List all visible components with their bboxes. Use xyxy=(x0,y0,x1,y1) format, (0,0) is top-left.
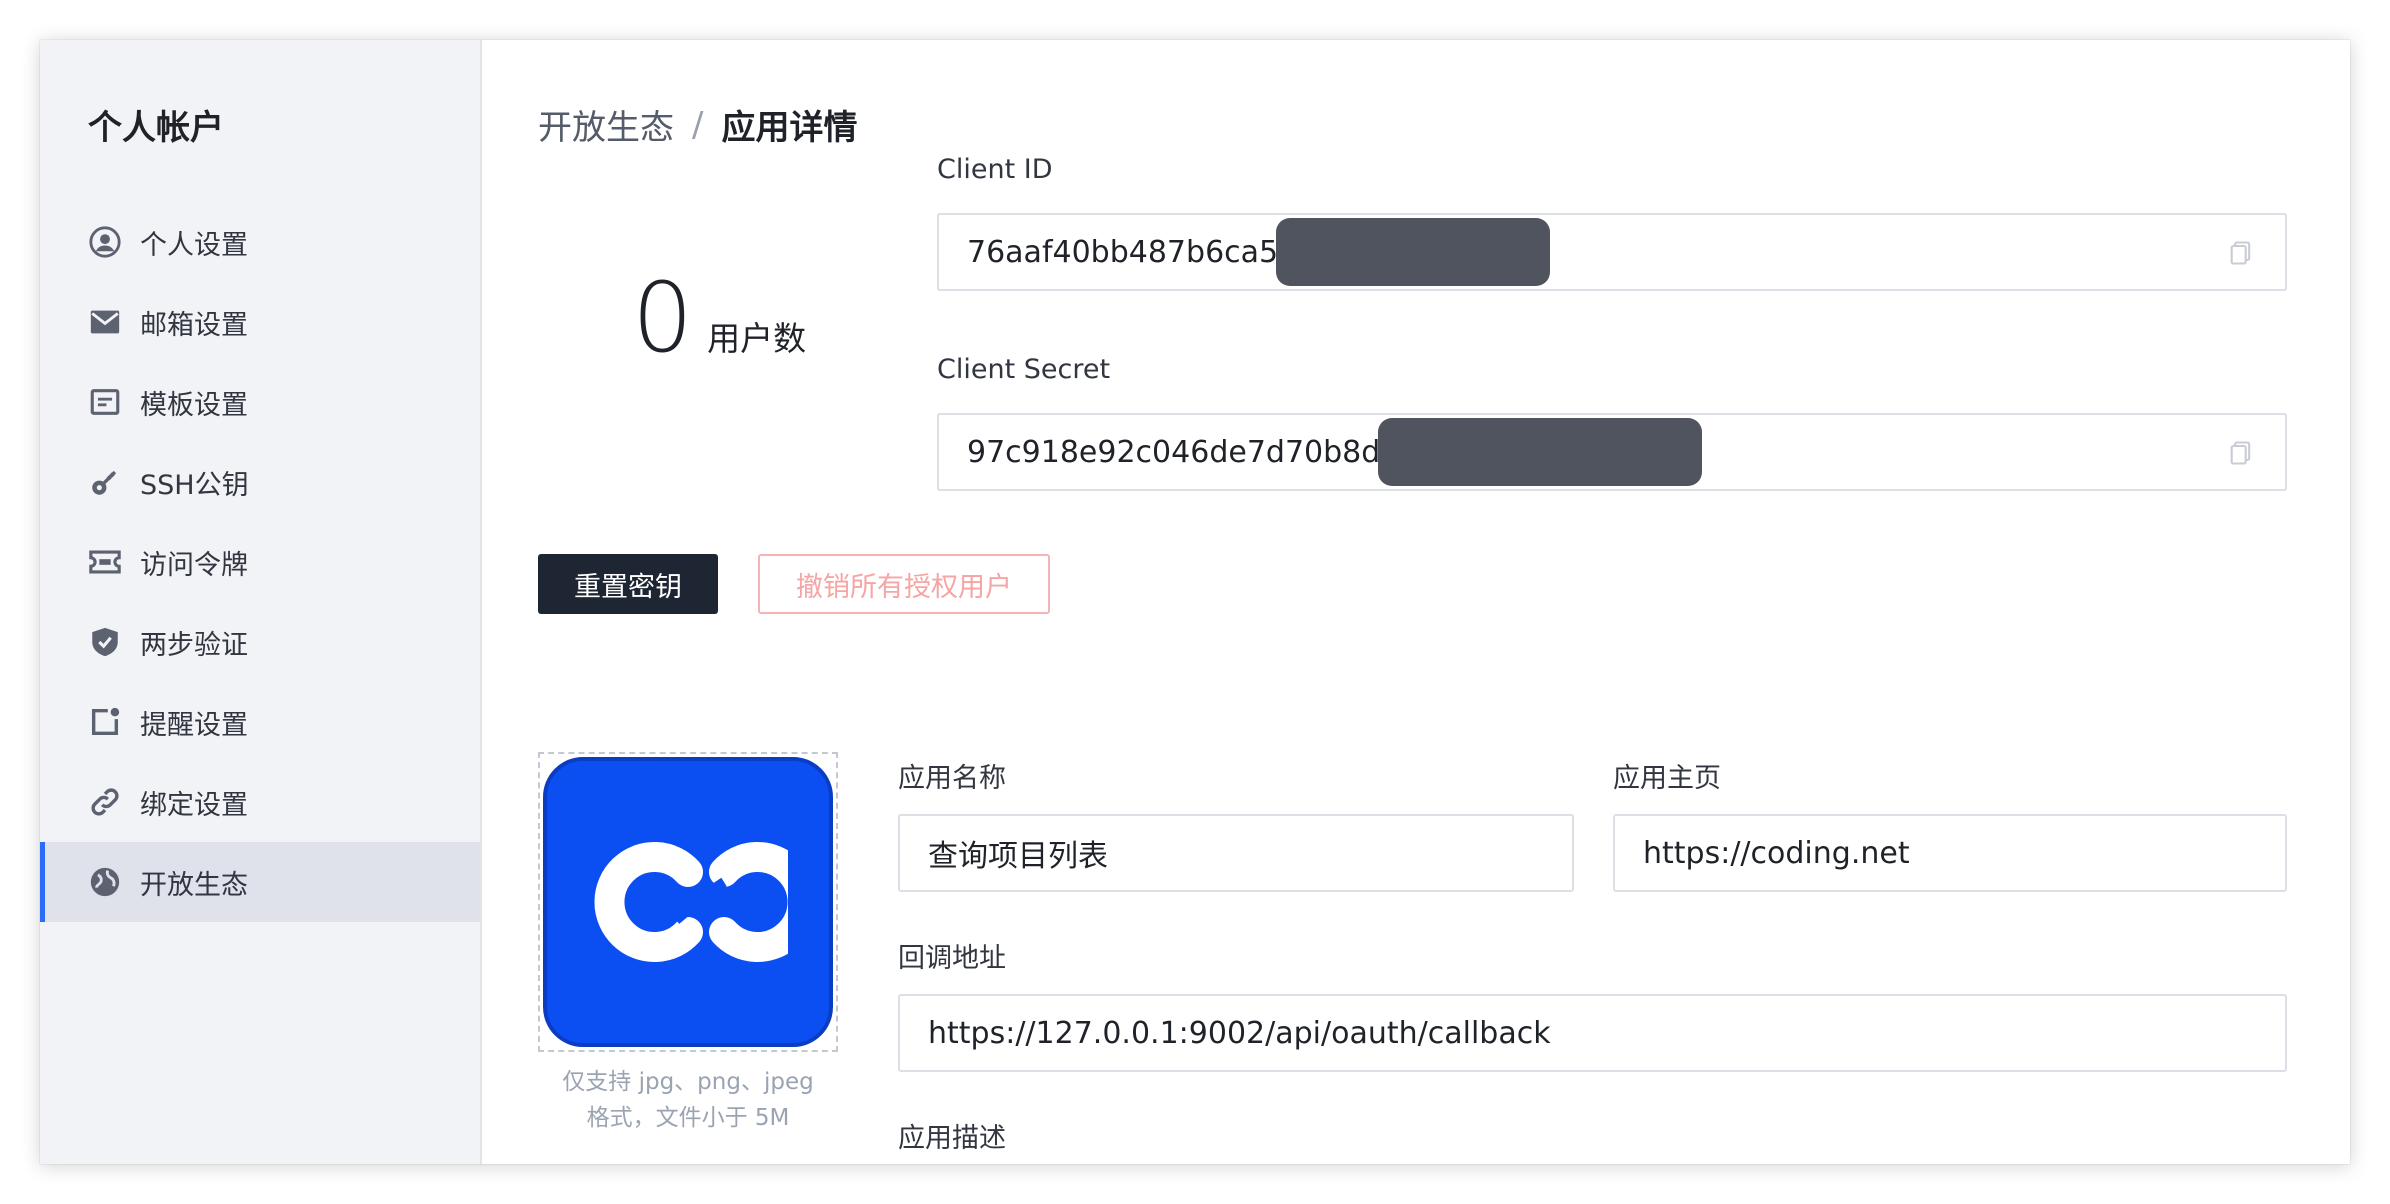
user-count-label: 用户数 xyxy=(707,319,807,358)
sidebar-item-two-step-verification[interactable]: 两步验证 xyxy=(40,602,480,682)
sidebar-title: 个人帐户 xyxy=(88,108,224,148)
logo-upload-hint: 仅支持 jpg、png、jpeg 格式，文件小于 5M xyxy=(538,1064,838,1136)
client-id-redaction-mask xyxy=(1276,218,1551,286)
callback-url-label: 回调地址 xyxy=(898,943,1006,974)
globe-icon xyxy=(88,865,122,899)
ticket-icon xyxy=(88,545,122,579)
app-name-input[interactable]: 查询项目列表 xyxy=(898,814,1574,892)
notification-icon xyxy=(88,705,122,739)
app-logo xyxy=(543,757,833,1047)
app-window: 个人帐户 个人设置 邮箱设置 模板设置 SSH公钥 访问令牌 两步验证 提醒设置… xyxy=(40,40,2350,1164)
sidebar-item-ssh-keys[interactable]: SSH公钥 xyxy=(40,442,480,522)
sidebar-item-label: 提醒设置 xyxy=(140,709,248,741)
sidebar-item-label: SSH公钥 xyxy=(140,469,249,501)
client-secret-value: 97c918e92c046de7d70b8d xyxy=(967,434,1381,470)
copy-client-secret-icon[interactable] xyxy=(2227,439,2255,467)
user-count-value: 0 xyxy=(632,262,694,374)
app-description-label: 应用描述 xyxy=(898,1123,1006,1154)
user-circle-icon xyxy=(88,225,122,259)
breadcrumb-separator: / xyxy=(692,104,704,145)
page-title: 应用详情 xyxy=(721,108,858,148)
breadcrumb: 开放生态 / 应用详情 xyxy=(538,100,857,149)
logo-hint-line-1: 仅支持 jpg、png、jpeg xyxy=(562,1069,814,1095)
sidebar-item-email-settings[interactable]: 邮箱设置 xyxy=(40,282,480,362)
link-icon xyxy=(88,785,122,819)
breadcrumb-parent-link[interactable]: 开放生态 xyxy=(538,100,674,149)
client-id-value: 76aaf40bb487b6ca5 xyxy=(967,234,1279,270)
client-id-field[interactable]: 76aaf40bb487b6ca5 xyxy=(937,213,2287,291)
key-icon xyxy=(88,465,122,499)
sidebar: 个人帐户 个人设置 邮箱设置 模板设置 SSH公钥 访问令牌 两步验证 提醒设置… xyxy=(40,40,482,1164)
sidebar-item-reminder-settings[interactable]: 提醒设置 xyxy=(40,682,480,762)
user-count-stat: 0 用户数 xyxy=(632,270,806,366)
sidebar-item-label: 个人设置 xyxy=(140,229,248,261)
sidebar-item-label: 开放生态 xyxy=(140,869,248,901)
client-secret-label: Client Secret xyxy=(937,354,1111,385)
coding-logo-icon xyxy=(594,842,788,962)
sidebar-item-template-settings[interactable]: 模板设置 xyxy=(40,362,480,442)
app-homepage-input[interactable]: https://coding.net xyxy=(1613,814,2287,892)
template-icon xyxy=(88,385,122,419)
sidebar-item-label: 邮箱设置 xyxy=(140,309,248,341)
client-secret-field[interactable]: 97c918e92c046de7d70b8d xyxy=(937,413,2287,491)
sidebar-item-personal-settings[interactable]: 个人设置 xyxy=(40,202,480,282)
sidebar-item-label: 两步验证 xyxy=(140,629,248,661)
sidebar-item-label: 绑定设置 xyxy=(140,789,248,821)
sidebar-item-access-tokens[interactable]: 访问令牌 xyxy=(40,522,480,602)
mail-icon xyxy=(88,305,122,339)
sidebar-item-label: 模板设置 xyxy=(140,389,248,421)
main-content: 开放生态 / 应用详情 0 用户数 Client ID 76aaf40bb487… xyxy=(482,40,2350,1164)
sidebar-item-open-ecosystem[interactable]: 开放生态 xyxy=(40,842,480,922)
sidebar-item-label: 访问令牌 xyxy=(140,549,248,581)
revoke-all-users-button[interactable]: 撤销所有授权用户 xyxy=(758,554,1050,614)
callback-url-input[interactable]: https://127.0.0.1:9002/api/oauth/callbac… xyxy=(898,994,2287,1072)
sidebar-nav: 个人设置 邮箱设置 模板设置 SSH公钥 访问令牌 两步验证 提醒设置 绑定设置… xyxy=(40,202,480,922)
client-secret-redaction-mask xyxy=(1378,418,1703,486)
app-homepage-label: 应用主页 xyxy=(1613,763,1721,794)
app-logo-upload[interactable] xyxy=(538,752,838,1052)
logo-hint-line-2: 格式，文件小于 5M xyxy=(586,1105,790,1131)
sidebar-item-binding-settings[interactable]: 绑定设置 xyxy=(40,762,480,842)
client-id-label: Client ID xyxy=(937,154,1053,185)
app-name-label: 应用名称 xyxy=(898,763,1006,794)
shield-icon xyxy=(88,625,122,659)
copy-client-id-icon[interactable] xyxy=(2227,239,2255,267)
reset-key-button[interactable]: 重置密钥 xyxy=(538,554,718,614)
